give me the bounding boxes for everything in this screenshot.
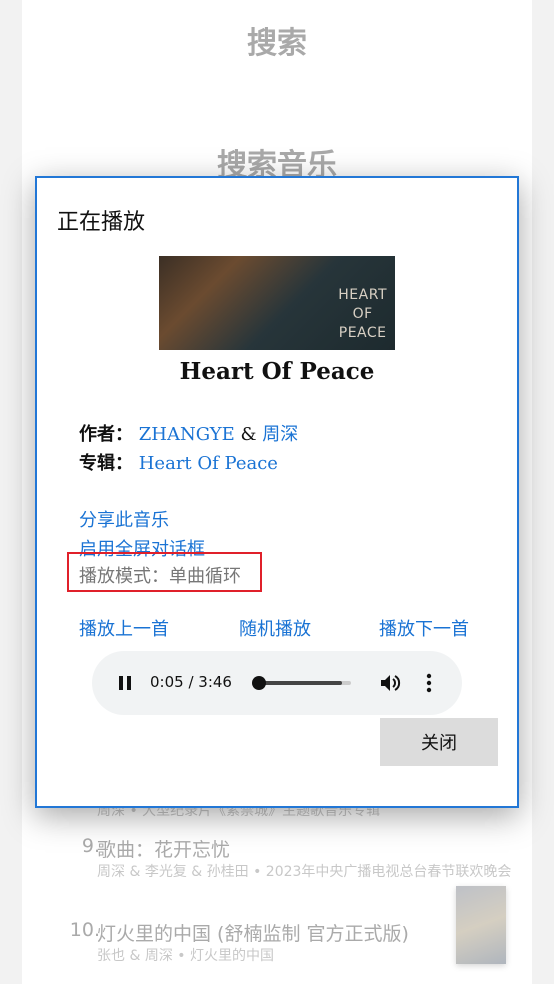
header-title: 搜索 <box>247 26 307 61</box>
audio-player: 0:05 / 3:46 <box>92 651 462 715</box>
album-row: 专辑： Heart Of Peace <box>79 453 278 474</box>
time-display: 0:05 / 3:46 <box>150 673 232 691</box>
album-cover: HEART OF PEACE <box>159 256 395 350</box>
author-link[interactable]: 周深 <box>262 424 298 445</box>
author-row: 作者： ZHANGYE & 周深 <box>79 424 299 445</box>
close-button[interactable]: 关闭 <box>380 718 498 766</box>
next-button[interactable]: 播放下一首 <box>379 615 469 641</box>
prev-button[interactable]: 播放上一首 <box>79 615 169 641</box>
more-options-icon[interactable] <box>426 673 432 693</box>
album-link[interactable]: Heart Of Peace <box>139 453 278 474</box>
now-playing-dialog: 正在播放 HEART OF PEACE Heart Of Peace 作者： ZHA… <box>35 176 519 808</box>
author-link[interactable]: ZHANGYE <box>139 424 235 445</box>
mini-player-cover[interactable] <box>456 886 506 964</box>
share-link[interactable]: 分享此音乐 <box>79 506 169 532</box>
song-title: Heart Of Peace <box>179 358 375 385</box>
pause-icon[interactable] <box>119 676 131 690</box>
shuffle-button[interactable]: 随机播放 <box>239 615 311 641</box>
seek-slider[interactable] <box>251 676 351 690</box>
volume-icon[interactable] <box>380 673 402 693</box>
dialog-title: 正在播放 <box>57 210 146 235</box>
play-mode-toggle[interactable]: 播放模式：单曲循环 <box>67 552 262 592</box>
